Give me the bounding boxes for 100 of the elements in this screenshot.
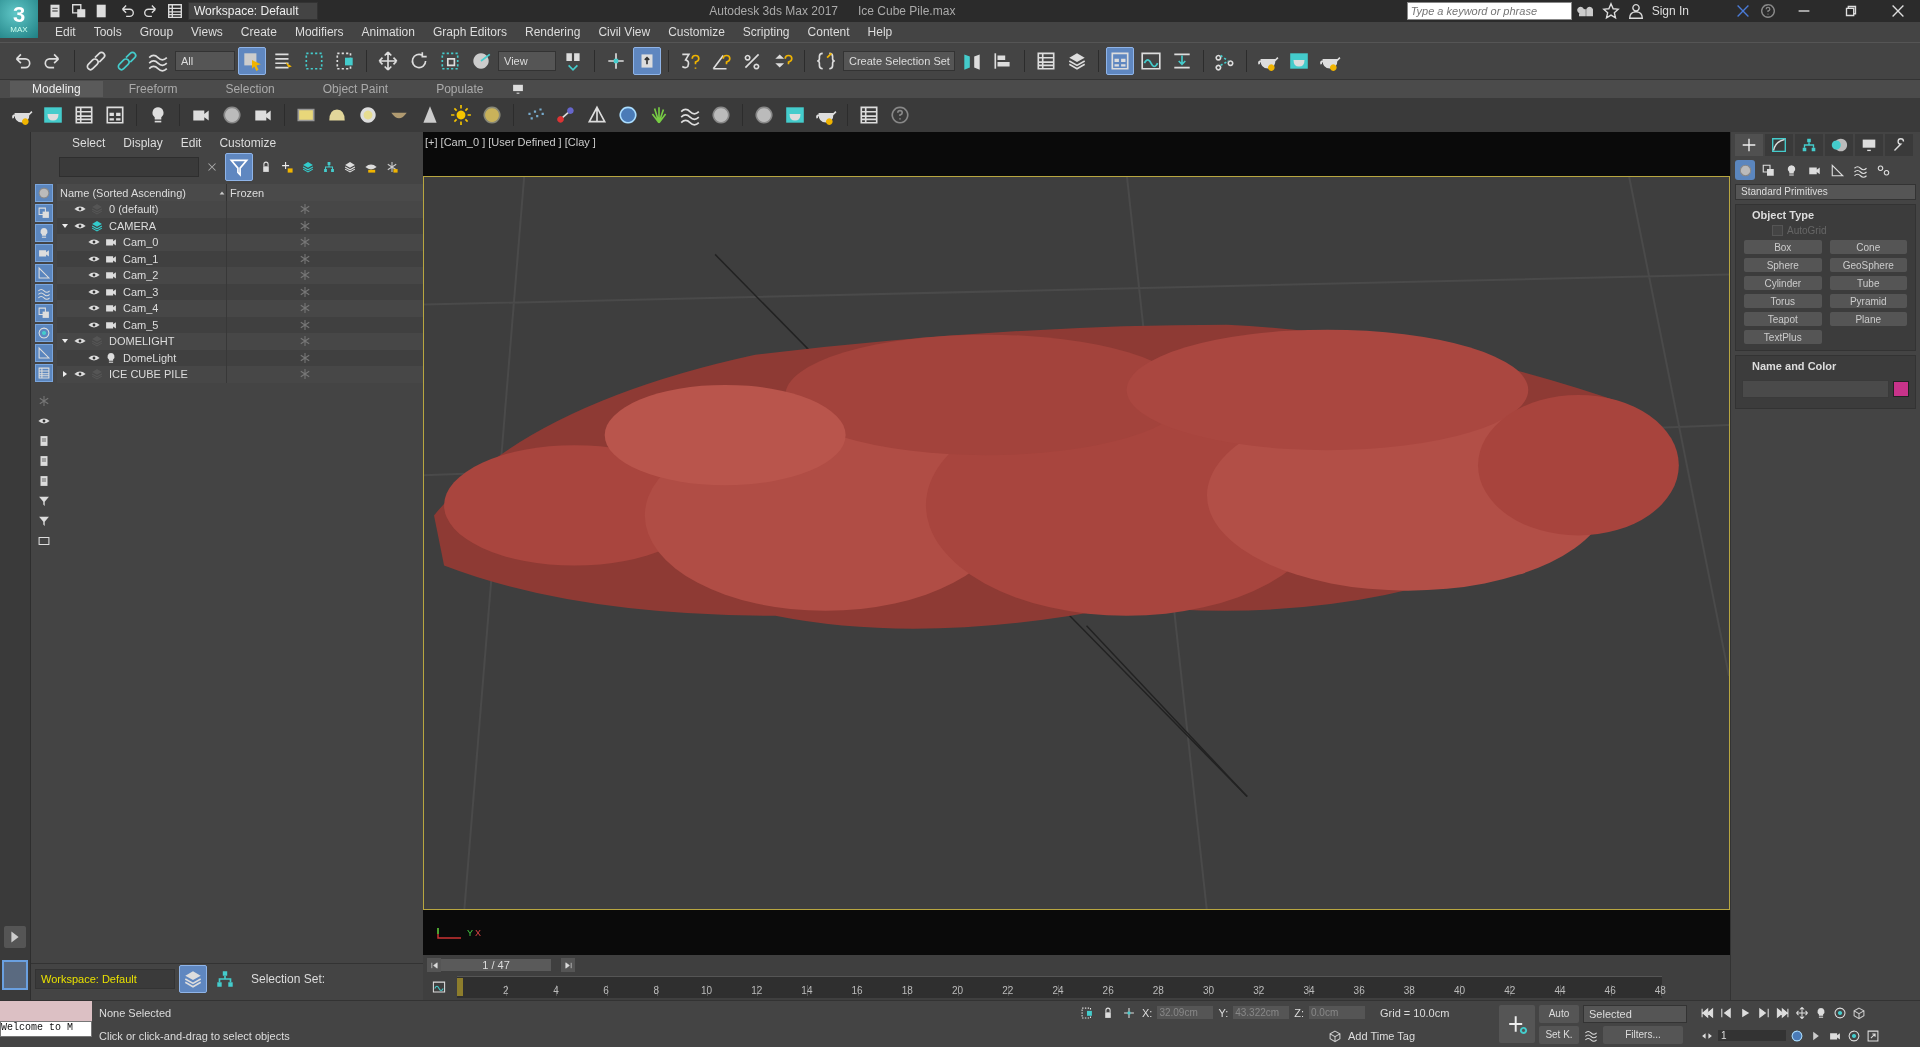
curve-editor-icon[interactable]: [431, 978, 447, 995]
prompt-text: Click or click-and-drag to select objects: [99, 1029, 291, 1042]
frame-number: 18: [901, 984, 914, 996]
menu-item[interactable]: Customize: [210, 136, 286, 150]
filters-button[interactable]: Filters...: [1603, 1025, 1683, 1044]
add-time-tag[interactable]: Add Time Tag: [1348, 1029, 1416, 1042]
layers-icon[interactable]: [342, 159, 358, 175]
layer-name[interactable]: CAMERA: [106, 219, 157, 232]
menu-item[interactable]: Civil View: [589, 25, 660, 39]
key-filter-dropdown[interactable]: Selected: [1583, 1004, 1687, 1023]
layer-name[interactable]: 0 (default): [106, 203, 159, 216]
frame-number: 30: [1203, 984, 1216, 996]
ribbon-tab[interactable]: Populate: [414, 81, 506, 97]
frame-number: 6: [603, 984, 610, 996]
layer-name[interactable]: ICE CUBE PILE: [106, 368, 188, 381]
filter-icon[interactable]: [225, 153, 253, 181]
auto-key-button[interactable]: Auto: [1539, 1004, 1579, 1023]
hierarchy-icon[interactable]: [1795, 134, 1823, 156]
menu-item[interactable]: Scripting: [733, 25, 799, 39]
primitive-button[interactable]: Torus: [1744, 294, 1822, 308]
primitive-button[interactable]: Tube: [1829, 276, 1907, 290]
primitive-button[interactable]: Teapot: [1744, 312, 1822, 326]
set-key-button[interactable]: Set K.: [1539, 1025, 1579, 1044]
display-icon[interactable]: [1855, 134, 1883, 156]
add-layer-icon[interactable]: [279, 159, 295, 175]
time-slider-thumb[interactable]: 1 / 47: [441, 959, 551, 971]
search-field[interactable]: Type a keyword or phrase: [1406, 2, 1572, 20]
listener-input[interactable]: [0, 1001, 92, 1021]
ribbon-tab[interactable]: Object Paint: [300, 81, 411, 97]
frame-number: 10: [700, 984, 714, 996]
menu-item[interactable]: Rendering: [516, 25, 590, 39]
axis-label: Y: [467, 927, 473, 938]
ribbon-tab[interactable]: Freeform: [106, 81, 200, 97]
menu-item[interactable]: Modifiers: [285, 25, 353, 39]
menu-item[interactable]: Help: [858, 25, 902, 39]
object-name[interactable]: Cam_0: [120, 236, 159, 249]
hierarchy-icon[interactable]: [321, 159, 337, 175]
frame-number: 40: [1454, 984, 1467, 996]
play-icon[interactable]: [4, 926, 26, 948]
workspace-dropdown[interactable]: Workspace: Default: [35, 969, 175, 989]
primitive-button[interactable]: Plane: [1829, 312, 1907, 326]
menu-item[interactable]: Group: [130, 25, 183, 39]
menu-item[interactable]: Content: [798, 25, 859, 39]
color-swatch[interactable]: [1893, 381, 1909, 397]
frame-number: 2: [502, 984, 510, 996]
object-name[interactable]: Cam_3: [120, 285, 159, 298]
toolbar-dropdown[interactable]: Create Selection Set: [843, 51, 955, 71]
object-name[interactable]: DomeLight: [120, 351, 177, 364]
frame-number: 20: [951, 984, 965, 996]
frame-number: 26: [1102, 984, 1115, 996]
menu-item[interactable]: Animation: [352, 25, 424, 39]
axis-label: X: [475, 927, 482, 938]
menu-item[interactable]: Customize: [659, 25, 734, 39]
menu-item[interactable]: Graph Editors: [423, 25, 516, 39]
rollout-title[interactable]: Object Type: [1742, 209, 1815, 221]
frame-number: 16: [851, 984, 864, 996]
menu-item[interactable]: Create: [231, 25, 286, 39]
menu-item[interactable]: Edit: [46, 25, 85, 39]
menu-item[interactable]: Display: [114, 136, 172, 150]
primitive-button[interactable]: TextPlus: [1744, 330, 1822, 344]
layer-name[interactable]: DOMELIGHT: [106, 335, 175, 348]
frame-number: 28: [1152, 984, 1165, 996]
modify-icon[interactable]: [1765, 134, 1793, 156]
toolbar-dropdown[interactable]: All: [175, 51, 235, 71]
object-name[interactable]: Cam_1: [120, 252, 159, 265]
create-icon[interactable]: [1735, 134, 1763, 156]
previous-arrow-icon[interactable]: [427, 958, 441, 972]
sign-in-link[interactable]: Sign In: [1649, 4, 1729, 18]
listener-output[interactable]: Welcome to M: [0, 1021, 92, 1037]
menu-item[interactable]: Edit: [171, 136, 211, 150]
primitive-button[interactable]: Cone: [1829, 240, 1907, 254]
object-name[interactable]: Cam_4: [120, 302, 159, 315]
file-name: Ice Cube Pile.max: [858, 4, 956, 18]
object-name[interactable]: Cam_2: [120, 269, 159, 282]
menu-item[interactable]: Select: [63, 136, 115, 150]
workspace-dropdown[interactable]: Workspace: Default: [188, 2, 318, 20]
frame-number: 4: [553, 984, 560, 996]
menu-item[interactable]: Tools: [84, 25, 131, 39]
primitive-button[interactable]: Pyramid: [1829, 294, 1907, 308]
ribbon-tab[interactable]: Selection: [203, 81, 297, 97]
maximize-icon[interactable]: [1865, 1027, 1881, 1044]
viewport-label[interactable]: [+] [Cam_0 ] [User Defined ] [Clay ]: [425, 136, 596, 148]
ribbon-tab[interactable]: Modeling: [10, 81, 103, 97]
toolbar-dropdown[interactable]: View: [498, 51, 556, 71]
primitive-button[interactable]: Box: [1744, 240, 1822, 254]
layers-icon[interactable]: [300, 159, 316, 175]
next-arrow-icon[interactable]: [561, 958, 575, 972]
category-dropdown[interactable]: Standard Primitives: [1735, 184, 1916, 200]
frame-number: 32: [1253, 984, 1266, 996]
rollout-title[interactable]: Name and Color: [1742, 360, 1837, 372]
set-key-icon[interactable]: [1499, 1005, 1535, 1043]
frame-field[interactable]: 1: [1718, 1030, 1786, 1041]
column-header[interactable]: Frozen: [227, 184, 423, 201]
current-frame-marker[interactable]: [457, 977, 463, 996]
primitive-button[interactable]: Cylinder: [1744, 276, 1822, 290]
menu-item[interactable]: Views: [182, 25, 232, 39]
pan-icon[interactable]: [1794, 1004, 1810, 1021]
object-name[interactable]: Cam_5: [120, 318, 159, 331]
primitive-button[interactable]: GeoSphere: [1829, 258, 1907, 272]
primitive-button[interactable]: Sphere: [1744, 258, 1822, 272]
